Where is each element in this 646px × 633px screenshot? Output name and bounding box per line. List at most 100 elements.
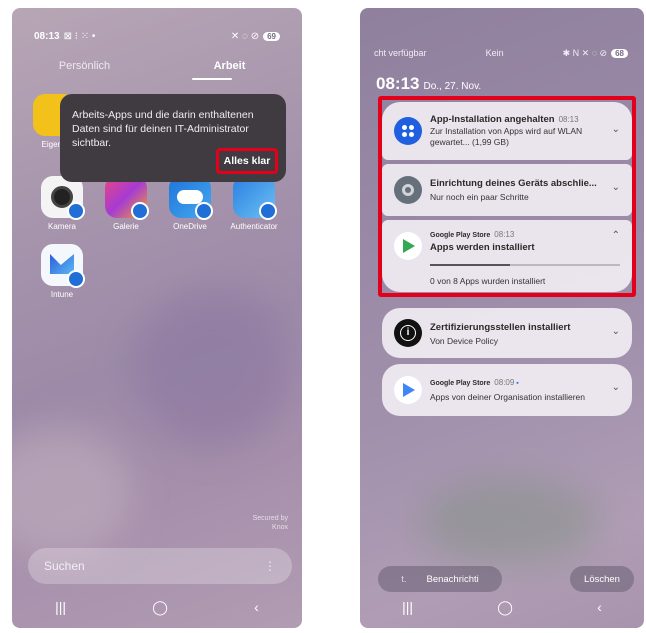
notification-body: Von Device Policy	[430, 336, 499, 346]
app-label: Intune	[50, 290, 74, 299]
install-progress-bar	[430, 264, 620, 266]
notification-title: Zertifizierungsstellen installiert	[430, 322, 571, 333]
secured-by-text: Secured by	[252, 515, 288, 522]
play-triangle-icon	[403, 383, 415, 397]
notification-title-text: App-Installation angehalten	[430, 114, 555, 125]
gear-icon	[402, 184, 414, 196]
notification-apps-installing[interactable]: Google Play Store 08:13 Apps werden insta…	[382, 220, 632, 292]
status-time: 08:13	[34, 30, 60, 42]
progress-text: 0 von 8 Apps wurden installiert	[430, 276, 546, 286]
app-gallery[interactable]: Galerie	[98, 176, 154, 231]
battery-indicator: 69	[263, 31, 280, 41]
button-label: Benachrichti	[426, 573, 479, 585]
notification-title: App-Installation angehalten 08:13	[430, 114, 579, 125]
grid-dots-icon	[402, 125, 407, 130]
expand-chevron-icon[interactable]: ⌄	[612, 124, 620, 135]
work-profile-tooltip: Arbeits-Apps und die darin enthaltenen D…	[60, 94, 286, 182]
status-icons: ✱ N ✕ ◌ ⊘	[562, 48, 608, 58]
authenticator-icon	[233, 176, 277, 220]
wallpaper-blob	[420, 478, 600, 568]
expand-chevron-icon[interactable]: ⌄	[612, 326, 620, 337]
expand-chevron-icon[interactable]: ⌄	[612, 382, 620, 393]
status-bar: cht verfügbar Kein ✱ N ✕ ◌ ⊘ 68	[374, 48, 628, 59]
info-icon: i	[394, 319, 422, 347]
notification-shade: cht verfügbar Kein ✱ N ✕ ◌ ⊘ 68 08:13 Do.…	[360, 8, 644, 628]
notification-device-setup[interactable]: Einrichtung deines Geräts abschlie... Nu…	[382, 164, 632, 216]
status-bar: 08:13 ⊠ ⁝ ⁙ • ✕ ◌ ⊘ 69	[34, 28, 280, 44]
app-onedrive[interactable]: OneDrive	[162, 176, 218, 231]
navigation-bar: ||| ◯ ‹	[360, 599, 644, 616]
notification-title: Einrichtung deines Geräts abschlie...	[430, 178, 597, 189]
tab-personal[interactable]: Persönlich	[12, 60, 157, 72]
app-label: Kamera	[47, 222, 76, 231]
collapse-chevron-icon[interactable]: ⌃	[612, 230, 620, 241]
battery-indicator: 68	[611, 49, 628, 58]
settings-gear-icon	[394, 176, 422, 204]
active-tab-indicator	[192, 78, 232, 80]
notification-certificates-installed[interactable]: i Zertifizierungsstellen installiert Von…	[382, 308, 632, 358]
gallery-icon	[105, 176, 149, 220]
notification-time: 08:13	[558, 115, 579, 124]
notification-body: Zur Installation von Apps wird auf WLAN …	[430, 126, 583, 147]
notification-app-line: Google Play Store 08:09 ▪	[430, 378, 519, 387]
app-label: Galerie	[113, 222, 139, 231]
work-badge-icon	[195, 202, 213, 220]
notification-app-line: Google Play Store 08:13	[430, 230, 514, 239]
app-authenticator[interactable]: Authenticator	[226, 176, 282, 231]
notification-body: Nur noch ein paar Schritte	[430, 192, 529, 202]
onedrive-icon	[169, 176, 213, 220]
notification-install-org-apps[interactable]: Google Play Store 08:09 ▪ Apps von deiner…	[382, 364, 632, 416]
notification-time: 08:09	[494, 378, 515, 387]
home-button[interactable]: ◯	[152, 599, 168, 616]
expand-chevron-icon[interactable]: ⌄	[612, 182, 620, 193]
work-badge-icon	[131, 202, 149, 220]
info-glyph-icon: i	[400, 325, 416, 341]
wallpaper-blob	[132, 288, 292, 448]
app-label: Authenticator	[230, 222, 278, 231]
notification-title: Apps werden installiert	[430, 242, 535, 253]
play-store-icon	[394, 376, 422, 404]
notification-icons: ⊠ ⁝ ⁙ •	[63, 30, 96, 42]
app-intune[interactable]: Intune	[34, 244, 90, 299]
search-bar[interactable]: Suchen ⋮	[28, 548, 292, 584]
tooltip-text: Arbeits-Apps und die darin enthaltenen D…	[72, 109, 254, 149]
briefcase-icon: ▪	[516, 380, 519, 387]
carrier-text-secondary: Kein	[485, 48, 504, 58]
notification-settings-button[interactable]: t. Benachrichti	[378, 566, 502, 592]
back-button[interactable]: ‹	[254, 599, 259, 616]
wallpaper-blob	[12, 428, 132, 558]
navigation-bar: ||| ◯ ‹	[12, 599, 302, 616]
clock-time: 08:13	[376, 74, 420, 93]
tab-work[interactable]: Arbeit	[157, 60, 302, 72]
more-options-icon[interactable]: ⋮	[264, 559, 276, 573]
cloud-icon	[177, 190, 203, 204]
work-profile-home-screen: 08:13 ⊠ ⁝ ⁙ • ✕ ◌ ⊘ 69 Persönlich Arbeit…	[12, 8, 302, 628]
status-icons: ✕ ◌ ⊘	[230, 30, 260, 42]
search-placeholder: Suchen	[44, 559, 85, 573]
button-prefix: t.	[401, 573, 407, 585]
clear-all-button[interactable]: Löschen	[570, 566, 634, 592]
notification-body: Apps von deiner Organisation installiere…	[430, 392, 585, 402]
back-button[interactable]: ‹	[597, 599, 602, 616]
recents-button[interactable]: |||	[55, 599, 66, 616]
install-progress-fill	[430, 264, 510, 266]
notification-time: 08:13	[494, 230, 515, 239]
app-label: OneDrive	[173, 222, 207, 231]
knox-watermark: Secured by Knox	[253, 514, 288, 532]
profile-tabs: Persönlich Arbeit	[12, 60, 302, 72]
work-badge-icon	[259, 202, 277, 220]
play-store-icon	[394, 232, 422, 260]
notification-app-name: Google Play Store	[430, 232, 491, 239]
knox-text: Knox	[272, 524, 288, 531]
apps-icon	[394, 117, 422, 145]
play-triangle-icon	[403, 239, 415, 253]
work-badge-icon	[67, 202, 85, 220]
alles-klar-button[interactable]: Alles klar	[216, 148, 278, 174]
work-badge-icon	[67, 270, 85, 288]
home-button[interactable]: ◯	[497, 599, 513, 616]
notification-app-install-paused[interactable]: App-Installation angehalten 08:13 Zur Ins…	[382, 102, 632, 160]
app-camera[interactable]: Kamera	[34, 176, 90, 231]
clock: 08:13 Do., 27. Nov.	[376, 74, 481, 94]
recents-button[interactable]: |||	[402, 599, 413, 616]
clock-date: Do., 27. Nov.	[423, 81, 482, 92]
